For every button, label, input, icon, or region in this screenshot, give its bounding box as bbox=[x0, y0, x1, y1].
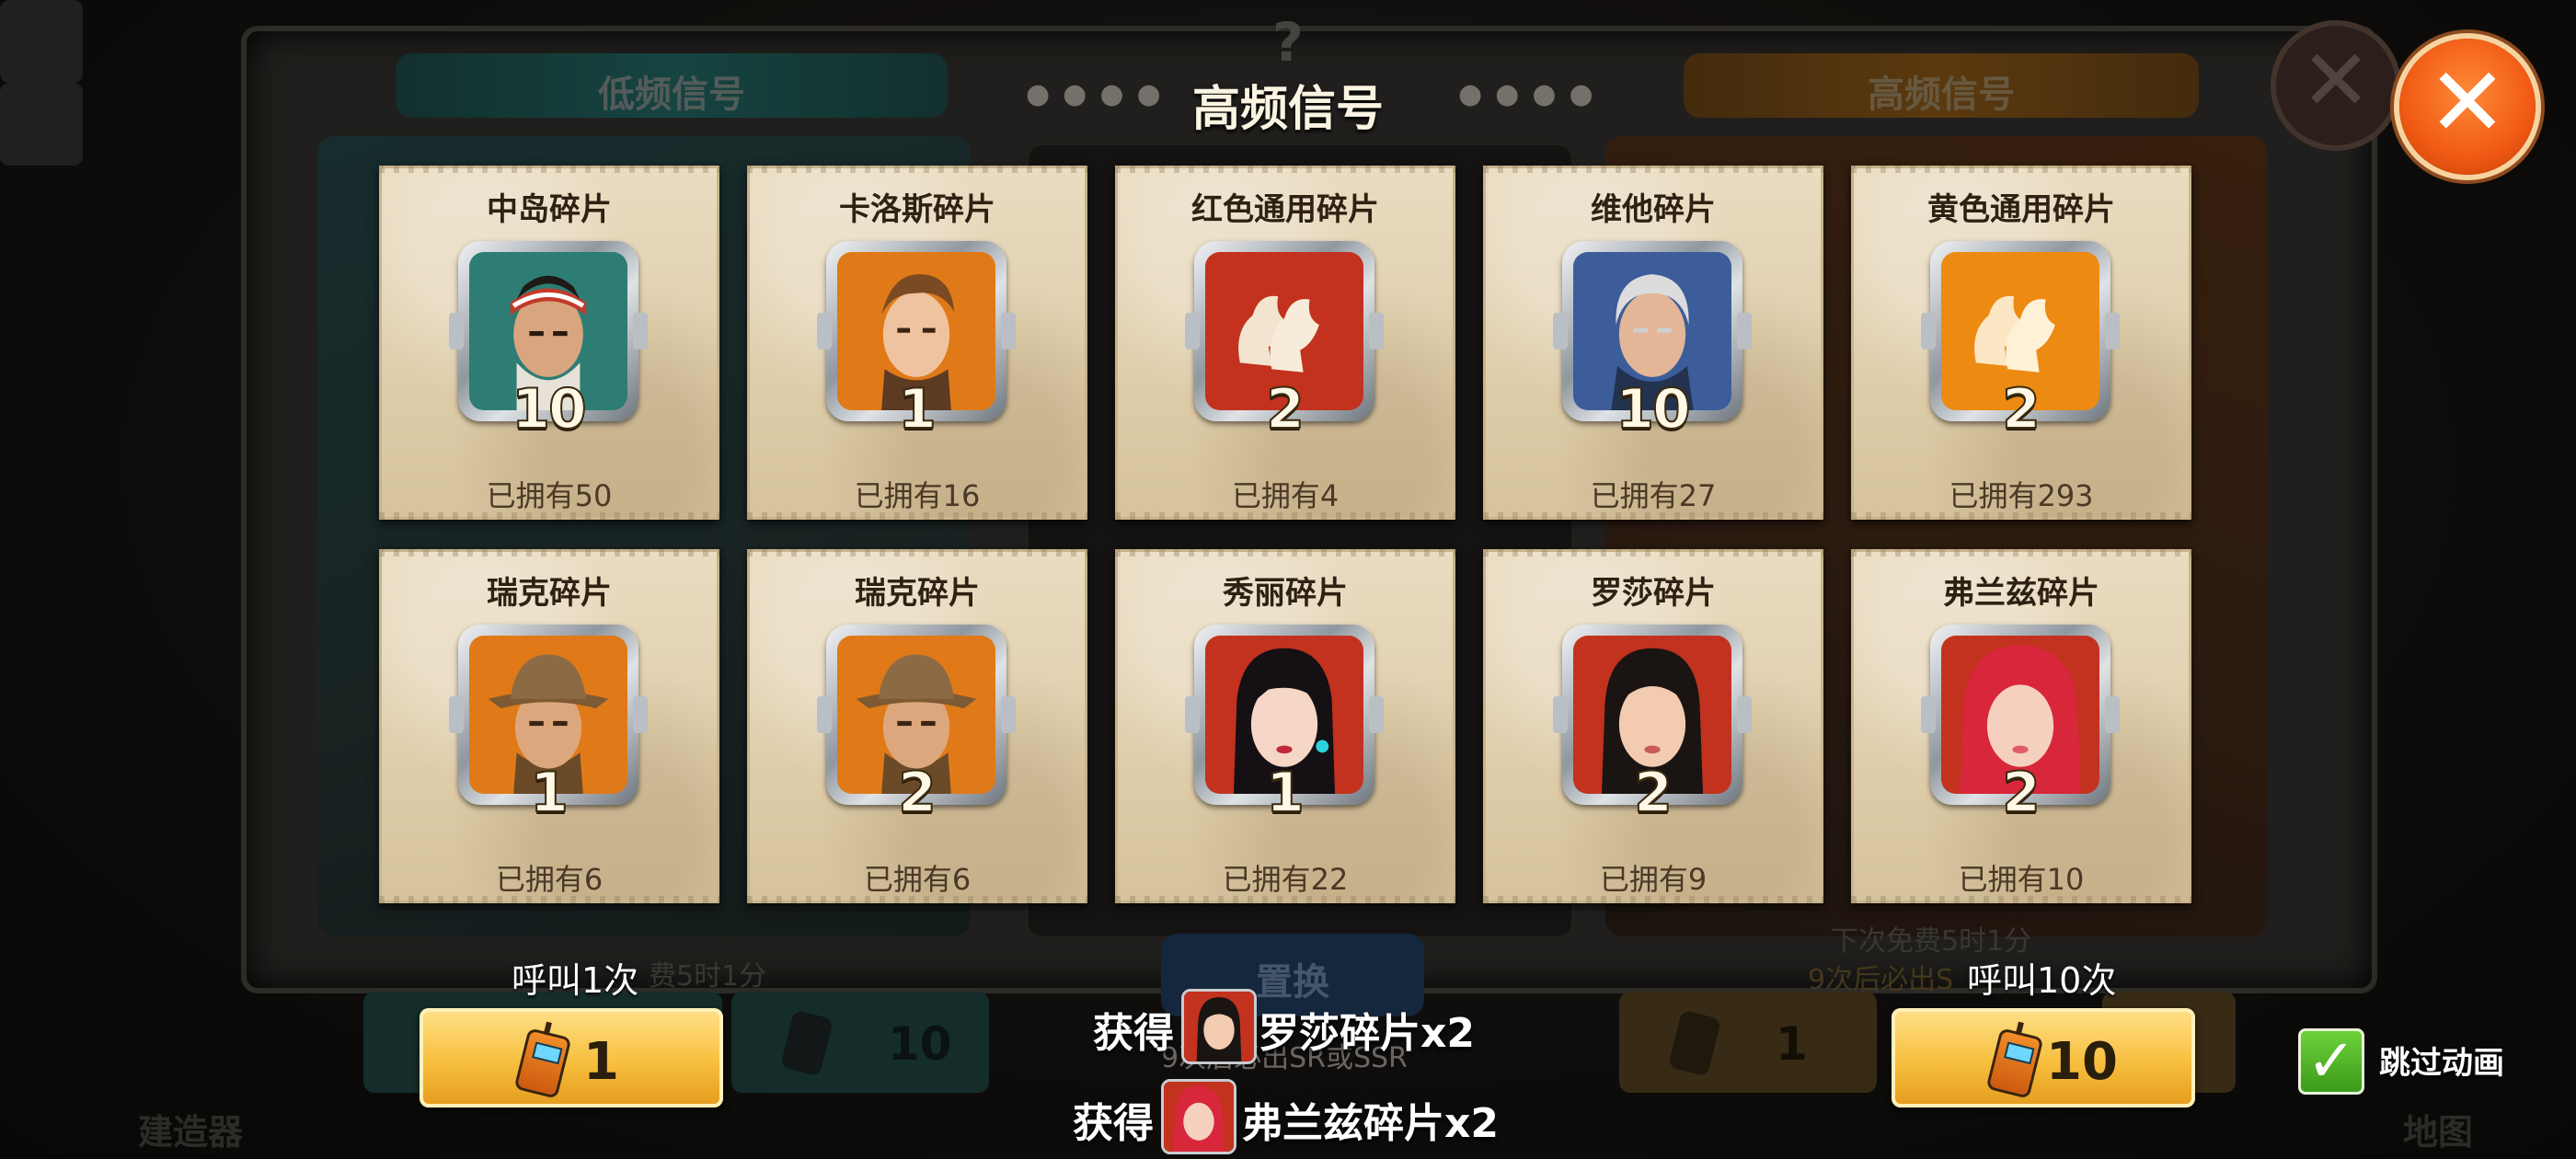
card-name: 红色通用碎片 bbox=[1191, 191, 1379, 228]
reward-card[interactable]: 维他碎片 10 已拥有27 bbox=[1483, 166, 1823, 520]
call-once-label: 呼叫1次 bbox=[512, 960, 639, 1001]
fragment-count: 2 bbox=[2001, 376, 2041, 442]
reward-card[interactable]: 瑞克碎片 2 已拥有6 bbox=[747, 549, 1087, 903]
reward-card[interactable]: 中岛碎片 10 已拥有50 bbox=[379, 166, 719, 520]
owned-count: 已拥有22 bbox=[1222, 862, 1349, 897]
reward-card[interactable]: 瑞克碎片 1 已拥有6 bbox=[379, 549, 719, 903]
reward-card[interactable]: 卡洛斯碎片 1 已拥有16 bbox=[747, 166, 1087, 520]
franz-avatar bbox=[1161, 1079, 1236, 1154]
card-name: 维他碎片 bbox=[1591, 191, 1716, 228]
owned-count: 已拥有6 bbox=[863, 862, 972, 897]
obtain-item-name: 弗兰兹碎片x2 bbox=[1242, 1100, 1499, 1147]
walkie-talkie-icon bbox=[1985, 1027, 2044, 1099]
fragment-count: 1 bbox=[1265, 760, 1305, 826]
result-title: 高频信号 bbox=[1191, 82, 1384, 137]
call-ten-cost: 10 bbox=[2046, 1032, 2118, 1092]
rosa-avatar bbox=[1181, 989, 1257, 1064]
obtain-item-name: 罗莎碎片x2 bbox=[1259, 1010, 1475, 1057]
card-name: 卡洛斯碎片 bbox=[839, 191, 995, 228]
portrait-frame: 2 bbox=[817, 625, 1016, 826]
fragment-count: 2 bbox=[897, 760, 937, 826]
card-name: 瑞克碎片 bbox=[487, 575, 612, 612]
portrait-frame: 2 bbox=[1553, 625, 1752, 826]
card-name: 瑞克碎片 bbox=[855, 575, 980, 612]
owned-count: 已拥有6 bbox=[495, 862, 604, 897]
card-name: 罗莎碎片 bbox=[1591, 575, 1716, 612]
portrait-frame: 1 bbox=[817, 241, 1016, 442]
fragment-count: 2 bbox=[1633, 760, 1673, 826]
fragment-count: 1 bbox=[897, 376, 937, 442]
obtain-line-1: 获得 罗莎碎片x2 bbox=[1093, 989, 1498, 1064]
owned-count: 已拥有27 bbox=[1590, 478, 1717, 513]
reward-card[interactable]: 秀丽碎片 1 已拥有22 bbox=[1115, 549, 1455, 903]
fragment-count: 2 bbox=[2001, 760, 2041, 826]
portrait-frame: 10 bbox=[1553, 241, 1752, 442]
close-button[interactable]: ✕ bbox=[2399, 39, 2536, 175]
skip-animation-label[interactable]: 跳过动画 bbox=[2379, 1038, 2504, 1083]
owned-count: 已拥有9 bbox=[1599, 862, 1708, 897]
card-name: 黄色通用碎片 bbox=[1927, 191, 2115, 228]
call-ten-button[interactable]: 10 bbox=[1892, 1008, 2195, 1107]
franz-avatar-icon bbox=[1164, 1082, 1234, 1152]
owned-count: 已拥有4 bbox=[1231, 478, 1340, 513]
reward-card[interactable]: 黄色通用碎片 2 已拥有293 bbox=[1851, 166, 2191, 520]
call-once-button[interactable]: 1 bbox=[420, 1008, 723, 1107]
call-once-cost: 1 bbox=[583, 1032, 619, 1092]
reward-card[interactable]: 罗莎碎片 2 已拥有9 bbox=[1483, 549, 1823, 903]
owned-count: 已拥有293 bbox=[1949, 478, 2094, 513]
reward-card[interactable]: 红色通用碎片 2 已拥有4 bbox=[1115, 166, 1455, 520]
portrait-frame: 1 bbox=[449, 625, 648, 826]
obtain-prefix: 获得 bbox=[1093, 1010, 1174, 1057]
call-ten-label: 呼叫10次 bbox=[1967, 960, 2117, 1001]
owned-count: 已拥有10 bbox=[1958, 862, 2085, 897]
fragment-count: 2 bbox=[1265, 376, 1305, 442]
card-name: 弗兰兹碎片 bbox=[1943, 575, 2099, 612]
card-name: 中岛碎片 bbox=[487, 191, 612, 228]
reward-card[interactable]: 弗兰兹碎片 2 已拥有10 bbox=[1851, 549, 2191, 903]
fragment-count: 10 bbox=[511, 376, 588, 442]
fragment-count: 10 bbox=[1615, 376, 1692, 442]
portrait-frame: 1 bbox=[1185, 625, 1384, 826]
skip-animation-checkbox[interactable]: ✓ bbox=[2298, 1027, 2364, 1096]
rosa-avatar-icon bbox=[1184, 992, 1254, 1061]
card-name: 秀丽碎片 bbox=[1223, 575, 1348, 612]
portrait-frame: 10 bbox=[449, 241, 648, 442]
portrait-frame: 2 bbox=[1185, 241, 1384, 442]
owned-count: 已拥有50 bbox=[486, 478, 613, 513]
check-icon: ✓ bbox=[2306, 1027, 2356, 1096]
close-icon: ✕ bbox=[2427, 46, 2508, 158]
portrait-frame: 2 bbox=[1921, 625, 2120, 826]
fragment-count: 1 bbox=[529, 760, 569, 826]
obtain-prefix: 获得 bbox=[1073, 1100, 1154, 1147]
portrait-frame: 2 bbox=[1921, 241, 2120, 442]
obtain-line-2: 获得 弗兰兹碎片x2 bbox=[1073, 1079, 1505, 1154]
owned-count: 已拥有16 bbox=[854, 478, 981, 513]
walkie-talkie-icon bbox=[513, 1027, 572, 1099]
